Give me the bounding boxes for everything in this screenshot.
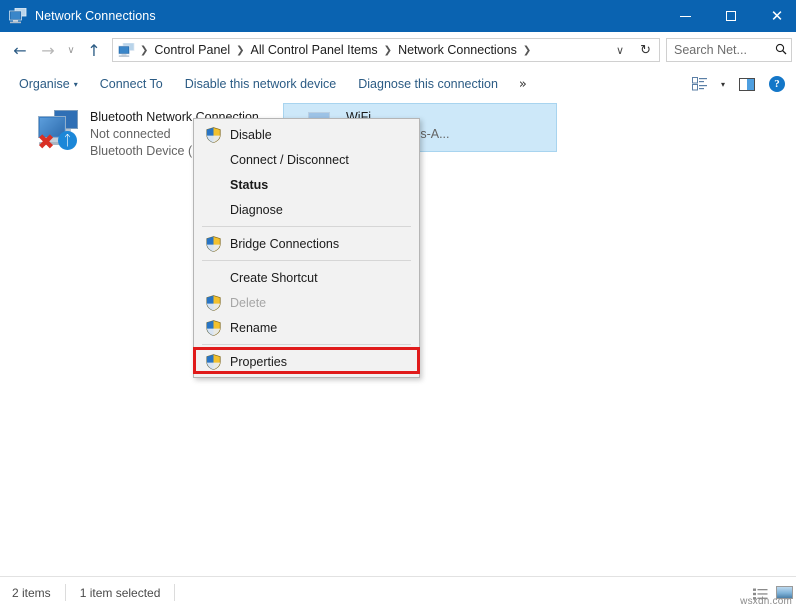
menu-icon-slot [200, 199, 226, 221]
status-divider [174, 584, 175, 601]
title-bar: Network Connections ✕ [0, 0, 800, 32]
window-right-edge [796, 0, 800, 607]
breadcrumb-all-control-panel-items[interactable]: All Control Panel Items [248, 43, 381, 57]
search-input[interactable]: Search Net... [667, 43, 771, 57]
menu-item-label: Disable [226, 128, 272, 142]
breadcrumb-separator[interactable]: ❯ [381, 45, 395, 56]
breadcrumb-control-panel[interactable]: Control Panel [151, 43, 233, 57]
close-button[interactable]: ✕ [754, 0, 800, 32]
menu-item-bridge-connections[interactable]: Bridge Connections [194, 231, 419, 256]
command-bar-right: ▾ ? [685, 68, 792, 100]
address-bar[interactable]: ❯ Control Panel ❯ All Control Panel Item… [112, 38, 660, 62]
menu-icon-slot [200, 267, 226, 289]
selection-label: 1 item selected [80, 586, 161, 600]
bluetooth-adapter-icon: ✖ ᛏ [36, 110, 84, 152]
menu-separator [202, 344, 411, 345]
network-connections-window: Network Connections ✕ ← → ∨ ↑ ❯ Control [0, 0, 800, 607]
breadcrumb-separator[interactable]: ❯ [233, 45, 247, 56]
menu-icon-slot [200, 174, 226, 196]
minimize-button[interactable] [662, 0, 708, 32]
watermark: wsxdn.com [740, 596, 792, 607]
bluetooth-badge-icon: ᛏ [58, 131, 77, 150]
up-button[interactable]: ↑ [80, 35, 108, 65]
uac-shield-icon [200, 233, 226, 255]
status-bar: 2 items 1 item selected [0, 576, 800, 607]
menu-item-label: Create Shortcut [226, 271, 318, 285]
view-options-icon [692, 77, 707, 91]
maximize-button[interactable] [708, 0, 754, 32]
chevron-down-icon: ▾ [74, 80, 78, 89]
command-bar: Organise ▾ Connect To Disable this networ… [0, 68, 800, 101]
help-button[interactable]: ? [762, 76, 792, 92]
breadcrumb-separator[interactable]: ❯ [137, 45, 151, 56]
breadcrumb-folder-icon [118, 43, 135, 58]
search-icon[interactable] [771, 43, 791, 58]
view-options-button[interactable] [685, 77, 714, 91]
breadcrumb-separator[interactable]: ❯ [520, 45, 534, 56]
status-divider [65, 584, 66, 601]
organise-button[interactable]: Organise ▾ [8, 73, 89, 95]
menu-item-label: Delete [226, 296, 266, 310]
preview-pane-button[interactable] [732, 78, 762, 91]
help-icon: ? [769, 76, 785, 92]
disconnected-x-icon: ✖ [36, 132, 56, 152]
menu-separator [202, 226, 411, 227]
preview-pane-icon [739, 78, 755, 91]
menu-item-rename[interactable]: Rename [194, 315, 419, 340]
uac-shield-icon [200, 292, 226, 314]
window-title: Network Connections [35, 9, 156, 23]
forward-button[interactable]: → [34, 35, 62, 65]
uac-shield-icon [200, 124, 226, 146]
menu-item-label: Diagnose [226, 203, 283, 217]
menu-item-label: Connect / Disconnect [226, 153, 349, 167]
refresh-icon[interactable]: ↻ [632, 43, 659, 58]
menu-item-label: Bridge Connections [226, 237, 339, 251]
search-box[interactable]: Search Net... [666, 38, 792, 62]
chevron-down-icon[interactable]: ∨ [608, 44, 632, 57]
network-connections-icon [9, 8, 27, 24]
command-overflow-button[interactable]: » [509, 77, 537, 92]
recent-locations-button[interactable]: ∨ [62, 35, 80, 65]
connect-to-button[interactable]: Connect To [89, 73, 174, 95]
uac-shield-icon [200, 351, 226, 373]
menu-item-connect-disconnect[interactable]: Connect / Disconnect [194, 147, 419, 172]
menu-item-delete: Delete [194, 290, 419, 315]
breadcrumb-network-connections[interactable]: Network Connections [395, 43, 520, 57]
address-bar-row: ← → ∨ ↑ ❯ Control Panel ❯ All Control Pa… [0, 32, 800, 68]
organise-label: Organise [19, 77, 70, 91]
menu-item-label: Properties [226, 355, 287, 369]
menu-item-status[interactable]: Status [194, 172, 419, 197]
menu-item-label: Rename [226, 321, 277, 335]
menu-item-disable[interactable]: Disable [194, 122, 419, 147]
diagnose-connection-button[interactable]: Diagnose this connection [347, 73, 509, 95]
back-button[interactable]: ← [6, 35, 34, 65]
window-controls: ✕ [662, 0, 800, 32]
context-menu: Disable Connect / Disconnect Status Diag… [193, 118, 420, 378]
menu-icon-slot [200, 149, 226, 171]
uac-shield-icon [200, 317, 226, 339]
menu-item-label: Status [226, 178, 268, 192]
disable-network-device-button[interactable]: Disable this network device [174, 73, 347, 95]
menu-item-properties[interactable]: Properties [194, 349, 419, 374]
menu-separator [202, 260, 411, 261]
chevron-down-icon: ▾ [721, 80, 725, 89]
menu-item-diagnose[interactable]: Diagnose [194, 197, 419, 222]
menu-item-create-shortcut[interactable]: Create Shortcut [194, 265, 419, 290]
view-options-caret[interactable]: ▾ [714, 80, 732, 89]
item-count-label: 2 items [12, 586, 51, 600]
